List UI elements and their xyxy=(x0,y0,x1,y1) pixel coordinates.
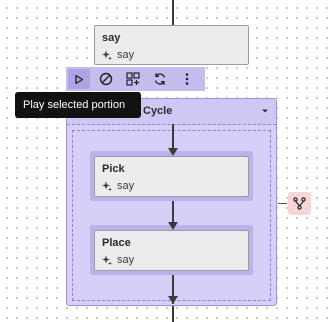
play-outline-icon xyxy=(75,74,84,84)
place-node[interactable]: Place say xyxy=(94,230,249,271)
grid-add-icon xyxy=(126,72,140,86)
connector-line xyxy=(172,306,174,322)
pick-node[interactable]: Pick say xyxy=(94,156,249,197)
caret-down-icon[interactable] xyxy=(261,108,269,114)
loop-title: Cycle xyxy=(143,105,173,117)
more-button[interactable] xyxy=(176,69,198,89)
group-button[interactable] xyxy=(122,69,144,89)
node-subtitle-text: say xyxy=(117,254,135,266)
sparkle-icon xyxy=(102,255,112,265)
branch-button[interactable] xyxy=(288,192,311,215)
node-title: Place xyxy=(102,237,131,249)
loop-button[interactable] xyxy=(149,69,171,89)
sync-icon xyxy=(154,73,166,85)
say-node[interactable]: say say xyxy=(94,25,249,65)
node-title: Pick xyxy=(102,163,125,175)
arrow-head-icon xyxy=(168,296,178,304)
sparkle-icon xyxy=(102,50,112,60)
connector-stub xyxy=(278,203,287,204)
arrow-head-icon xyxy=(168,222,178,230)
more-vertical-icon xyxy=(185,73,189,85)
sparkle-icon xyxy=(102,181,112,191)
node-title: say xyxy=(102,32,121,44)
node-subtitle: say xyxy=(102,48,134,62)
node-subtitle-text: say xyxy=(117,49,135,61)
arrow-head-icon xyxy=(168,148,178,156)
connector-line xyxy=(172,0,174,26)
node-subtitle-text: say xyxy=(117,180,135,192)
branch-icon xyxy=(293,197,306,210)
tooltip: Play selected portion xyxy=(15,92,141,118)
disable-button[interactable] xyxy=(95,69,117,89)
node-subtitle: say xyxy=(102,253,134,267)
ban-icon xyxy=(99,72,113,86)
selection-toolbar xyxy=(66,67,205,91)
node-subtitle: say xyxy=(102,179,134,193)
play-selected-button[interactable] xyxy=(68,69,90,89)
